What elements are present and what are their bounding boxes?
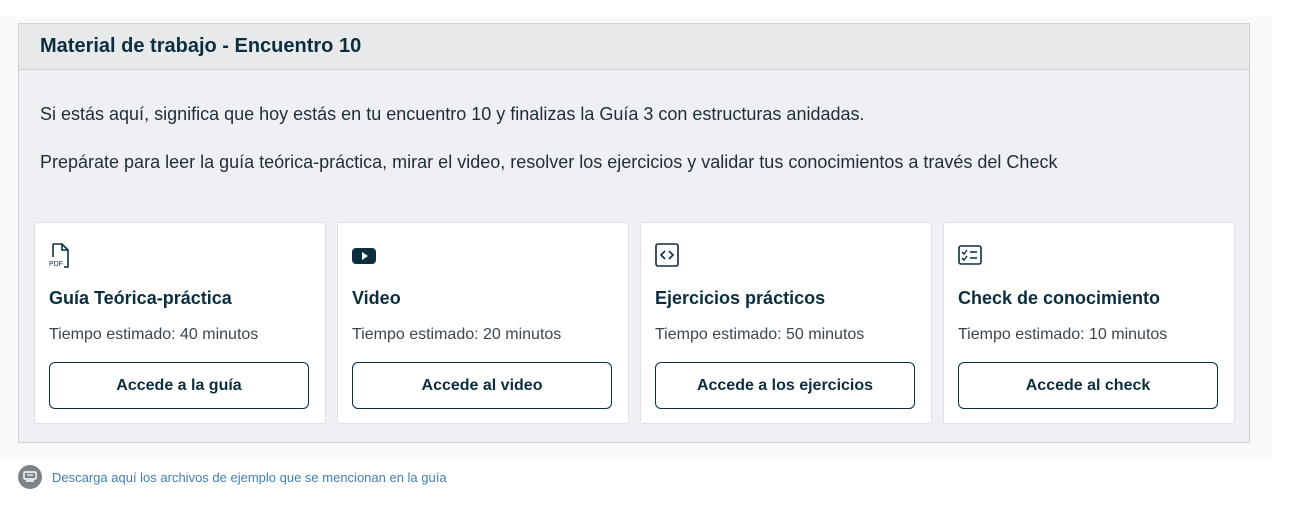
access-guide-button[interactable]: Accede a la guía: [49, 362, 309, 409]
card-title: Ejercicios prácticos: [655, 288, 826, 308]
access-exercises-button[interactable]: Accede a los ejercicios: [655, 362, 915, 409]
access-check-button[interactable]: Accede al check: [958, 362, 1218, 409]
card-estimated-time: Tiempo estimado: 20 minutos: [352, 326, 562, 343]
pdf-file-icon: PDF: [49, 243, 73, 268]
intro-paragraph-1: Si estás aquí, significa que hoy estás e…: [40, 104, 865, 124]
card-estimated-time: Tiempo estimado: 10 minutos: [958, 326, 1168, 343]
card-exercises: Ejercicios prácticos Tiempo estimado: 50…: [640, 222, 932, 424]
card-estimated-time: Tiempo estimado: 50 minutos: [655, 326, 865, 343]
card-video: Video Tiempo estimado: 20 minutos Accede…: [337, 222, 629, 424]
card-guide: PDF Guía Teórica-práctica Tiempo estimad…: [34, 222, 326, 424]
download-examples-link[interactable]: Descarga aquí los archivos de ejemplo qu…: [52, 470, 447, 485]
checklist-icon: [958, 243, 982, 267]
intro-paragraph-2: Prepárate para leer la guía teórica-prác…: [40, 152, 1058, 172]
card-title: Video: [352, 288, 401, 308]
download-icon: [18, 465, 42, 489]
access-video-button[interactable]: Accede al video: [352, 362, 612, 409]
card-estimated-time: Tiempo estimado: 40 minutos: [49, 326, 259, 343]
code-icon: [655, 243, 679, 267]
card-title: Guía Teórica-práctica: [49, 288, 232, 308]
card-check: Check de conocimiento Tiempo estimado: 1…: [943, 222, 1235, 424]
video-play-icon: [352, 243, 376, 267]
card-title: Check de conocimiento: [958, 288, 1161, 308]
work-material-panel: Material de trabajo - Encuentro 10 Si es…: [18, 23, 1250, 443]
panel-header: Material de trabajo - Encuentro 10: [19, 24, 1249, 70]
svg-text:PDF: PDF: [49, 261, 63, 268]
download-examples: Descarga aquí los archivos de ejemplo qu…: [18, 465, 447, 489]
panel-title: Material de trabajo - Encuentro 10: [40, 35, 362, 57]
